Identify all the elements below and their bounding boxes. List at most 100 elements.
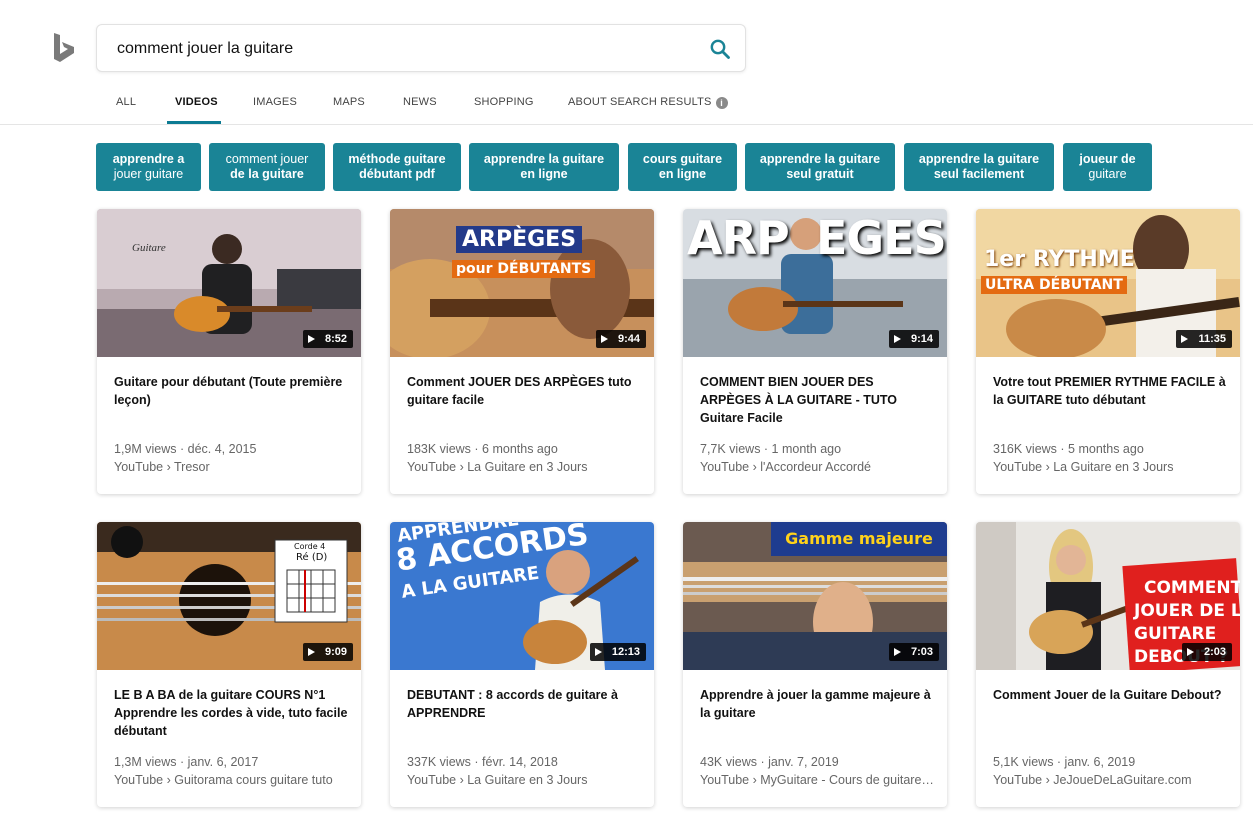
video-source: YouTube › La Guitare en 3 Jours bbox=[407, 773, 588, 787]
video-source: YouTube › Guitorama cours guitare tuto bbox=[114, 773, 333, 787]
video-source: YouTube › JeJoueDeLaGuitare.com bbox=[993, 773, 1192, 787]
video-thumbnail[interactable]: Guitare 8:52 bbox=[97, 209, 361, 357]
thumbnail-overlay-text: Corde 4 bbox=[294, 542, 326, 551]
chip-apprendre-la-guitare-seul-gratuit[interactable]: apprendre la guitare seul gratuit bbox=[745, 143, 895, 191]
chip-joueur-de-guitare[interactable]: joueur de guitare bbox=[1063, 143, 1152, 191]
play-icon bbox=[893, 648, 901, 656]
video-card[interactable]: Guitare 8:52 Guitare pour débutant (Tout… bbox=[97, 209, 361, 494]
chip-apprendre-la-guitare-en-ligne[interactable]: apprendre la guitare en ligne bbox=[469, 143, 619, 191]
tab-all[interactable]: ALL bbox=[116, 96, 136, 108]
video-card[interactable]: 1er RYTHME ULTRA DÉBUTANT 11:35 Votre to… bbox=[976, 209, 1240, 494]
thumbnail-overlay-text: pour DÉBUTANTS bbox=[452, 260, 596, 278]
chip-comment-jouer-de-la-guitare[interactable]: comment jouer de la guitare bbox=[209, 143, 325, 191]
chip-line: apprendre a bbox=[112, 152, 185, 166]
tab-news[interactable]: NEWS bbox=[403, 96, 437, 108]
video-title[interactable]: Votre tout PREMIER RYTHME FACILE à la GU… bbox=[993, 373, 1228, 409]
duration-text: 9:09 bbox=[324, 646, 347, 658]
thumbnail-overlay-text: Gamme majeure bbox=[771, 522, 947, 556]
tab-shopping[interactable]: SHOPPING bbox=[474, 96, 534, 108]
duration-badge: 8:52 bbox=[302, 330, 353, 348]
video-thumbnail[interactable]: APPRENDRE 8 ACCORDS A LA GUITARE 12:13 bbox=[390, 522, 654, 670]
chip-line: méthode guitare bbox=[348, 152, 446, 166]
tab-images[interactable]: IMAGES bbox=[253, 96, 297, 108]
thumbnail-overlay-text: ARPÈGES bbox=[456, 226, 583, 253]
video-card[interactable]: Gamme majeure 7:03 Apprendre à jouer la … bbox=[683, 522, 947, 807]
video-title[interactable]: Comment JOUER DES ARPÈGES tuto guitare f… bbox=[407, 373, 642, 409]
search-icon[interactable] bbox=[709, 38, 731, 60]
thumbnail-overlay-text: EGES bbox=[816, 211, 947, 265]
duration-badge: 11:35 bbox=[1176, 330, 1232, 348]
duration-badge: 2:03 bbox=[1181, 643, 1232, 661]
video-thumbnail[interactable]: ARPÈGES pour DÉBUTANTS 9:44 bbox=[390, 209, 654, 357]
thumbnail-overlay-text: 1er RYTHME bbox=[984, 247, 1135, 272]
video-meta: 1,3M views · janv. 6, 2017 bbox=[114, 755, 259, 769]
tab-about-search-results[interactable]: ABOUT SEARCH RESULTS i bbox=[568, 96, 728, 109]
video-thumbnail[interactable]: COMMENT JOUER DE LA GUITARE DEBOUT ? 2:0… bbox=[976, 522, 1240, 670]
video-meta: 43K views · janv. 7, 2019 bbox=[700, 755, 839, 769]
video-card[interactable]: ARP EGES 9:14 COMMENT BIEN JOUER DES ARP… bbox=[683, 209, 947, 494]
video-meta: 1,9M views · déc. 4, 2015 bbox=[114, 442, 257, 456]
video-source: YouTube › l'Accordeur Accordé bbox=[700, 460, 872, 474]
chip-line: apprendre la guitare bbox=[483, 152, 605, 166]
video-title[interactable]: Comment Jouer de la Guitare Debout? bbox=[993, 686, 1228, 704]
video-meta: 337K views · févr. 14, 2018 bbox=[407, 755, 558, 769]
chip-cours-guitare-en-ligne[interactable]: cours guitare en ligne bbox=[628, 143, 737, 191]
duration-text: 8:52 bbox=[324, 333, 347, 345]
video-title[interactable]: LE B A BA de la guitare COURS N°1 Appren… bbox=[114, 686, 349, 740]
video-meta: 7,7K views · 1 month ago bbox=[700, 442, 842, 456]
duration-text: 9:14 bbox=[910, 333, 933, 345]
info-icon[interactable]: i bbox=[715, 97, 728, 109]
play-icon bbox=[594, 648, 602, 656]
chip-line: de la guitare bbox=[230, 167, 304, 181]
duration-text: 2:03 bbox=[1203, 646, 1226, 658]
chip-line: seul facilement bbox=[933, 167, 1025, 181]
video-card[interactable]: APPRENDRE 8 ACCORDS A LA GUITARE 12:13 D… bbox=[390, 522, 654, 807]
search-box[interactable] bbox=[96, 24, 746, 72]
video-card[interactable]: Corde 4 Ré (D) 9:09 LE B A BA de la guit… bbox=[97, 522, 361, 807]
thumbnail-overlay-text: JOUER DE LA bbox=[1134, 601, 1240, 621]
chip-apprendre-a-jouer-guitare[interactable]: apprendre a jouer guitare bbox=[96, 143, 201, 191]
video-thumbnail[interactable]: Corde 4 Ré (D) 9:09 bbox=[97, 522, 361, 670]
duration-badge: 7:03 bbox=[888, 643, 939, 661]
scope-tabs: ALL VIDEOS IMAGES MAPS NEWS SHOPPING ABO… bbox=[0, 80, 1253, 125]
chip-line: seul gratuit bbox=[786, 167, 854, 181]
chip-line: cours guitare bbox=[642, 152, 723, 166]
play-icon bbox=[307, 648, 315, 656]
video-source: YouTube › La Guitare en 3 Jours bbox=[993, 460, 1174, 474]
chip-line: en ligne bbox=[658, 167, 707, 181]
video-title[interactable]: COMMENT BIEN JOUER DES ARPÈGES À LA GUIT… bbox=[700, 373, 935, 427]
video-title[interactable]: DEBUTANT : 8 accords de guitare à APPREN… bbox=[407, 686, 642, 722]
tab-videos[interactable]: VIDEOS bbox=[175, 96, 218, 108]
thumbnail-overlay-text: ULTRA DÉBUTANT bbox=[981, 276, 1127, 294]
tab-maps[interactable]: MAPS bbox=[333, 96, 365, 108]
video-title[interactable]: Guitare pour débutant (Toute première le… bbox=[114, 373, 349, 409]
bing-logo[interactable] bbox=[54, 33, 76, 63]
video-source: YouTube › MyGuitare - Cours de guitare e… bbox=[700, 773, 935, 787]
play-icon bbox=[1181, 335, 1189, 343]
video-meta: 316K views · 5 months ago bbox=[993, 442, 1144, 456]
duration-text: 12:13 bbox=[611, 646, 640, 658]
chip-line: comment jouer bbox=[225, 152, 309, 166]
video-thumbnail[interactable]: 1er RYTHME ULTRA DÉBUTANT 11:35 bbox=[976, 209, 1240, 357]
duration-badge: 12:13 bbox=[589, 643, 646, 661]
video-thumbnail[interactable]: Gamme majeure 7:03 bbox=[683, 522, 947, 670]
search-input[interactable] bbox=[117, 38, 697, 60]
play-icon bbox=[600, 335, 608, 343]
chip-apprendre-la-guitare-seul-facilement[interactable]: apprendre la guitare seul facilement bbox=[904, 143, 1054, 191]
video-card[interactable]: ARPÈGES pour DÉBUTANTS 9:44 Comment JOUE… bbox=[390, 209, 654, 494]
video-thumbnail[interactable]: ARP EGES 9:14 bbox=[683, 209, 947, 357]
thumbnail-overlay-text: GUITARE bbox=[1134, 624, 1217, 644]
chip-line: jouer guitare bbox=[113, 167, 184, 181]
chip-methode-guitare-debutant-pdf[interactable]: méthode guitare débutant pdf bbox=[333, 143, 461, 191]
video-card[interactable]: COMMENT JOUER DE LA GUITARE DEBOUT ? 2:0… bbox=[976, 522, 1240, 807]
duration-badge: 9:14 bbox=[888, 330, 939, 348]
play-icon bbox=[893, 335, 901, 343]
duration-text: 9:44 bbox=[617, 333, 640, 345]
chip-line: en ligne bbox=[520, 167, 568, 181]
svg-text:Guitare: Guitare bbox=[132, 242, 166, 254]
video-meta: 5,1K views · janv. 6, 2019 bbox=[993, 755, 1136, 769]
play-icon bbox=[1186, 648, 1194, 656]
video-source: YouTube › La Guitare en 3 Jours bbox=[407, 460, 588, 474]
video-source: YouTube › Tresor bbox=[114, 460, 210, 474]
video-title[interactable]: Apprendre à jouer la gamme majeure à la … bbox=[700, 686, 935, 722]
